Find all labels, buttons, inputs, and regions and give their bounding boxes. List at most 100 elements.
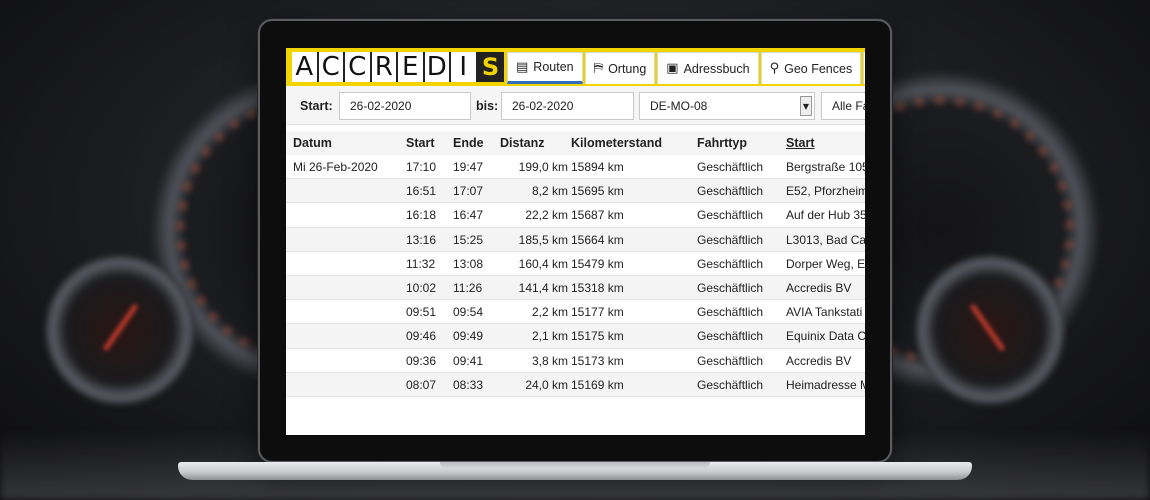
tab-notifications[interactable]: 🔔: [863, 52, 865, 84]
cell-distanz: 3,8 km: [531, 353, 568, 368]
start-date-input[interactable]: 26-02-2020: [339, 92, 471, 120]
cell-start: 09:51: [406, 305, 437, 320]
cell-start-address: E52, Pforzheim: [786, 184, 865, 199]
cell-fahrttyp: Geschäftlich: [697, 232, 764, 247]
cell-fahrttyp: Geschäftlich: [697, 329, 764, 344]
main-tabs: ▤ Routen ⛿ Ortung ▣ Adressbuch ⚲ Geo Fences 🔔: [507, 52, 865, 86]
cell-start-address: Equinix Data C: [786, 329, 865, 344]
column-header-ende[interactable]: Ende: [453, 136, 484, 150]
column-header-kilometerstand[interactable]: Kilometerstand: [571, 136, 662, 150]
cell-start: 13:16: [406, 232, 437, 247]
cell-start: 10:02: [406, 280, 437, 295]
table-row[interactable]: Mi 26-Feb-2020 17:10 19:47 199,0 km 15894 km…: [286, 155, 865, 180]
tab-routen[interactable]: ▤ Routen: [507, 52, 583, 84]
cell-start: 17:10: [406, 160, 437, 174]
vehicle-select-value: DE-MO-08: [650, 99, 708, 113]
cell-fahrttyp: Geschäftlich: [697, 353, 764, 368]
logo-letter: C: [318, 52, 345, 82]
column-header-distanz[interactable]: Distanz: [500, 136, 568, 150]
cell-start-address: L3013, Bad Ca: [786, 232, 865, 247]
cell-distanz: 2,2 km: [531, 305, 568, 320]
table-row[interactable]: 13:16 15:25 185,5 km 15664 km Geschäftlich L3…: [286, 227, 865, 252]
cell-kilometerstand: 15479 km: [571, 256, 624, 271]
cell-distanz: 22,2 km: [525, 208, 568, 223]
table-row[interactable]: 09:46 09:49 2,1 km 15175 km Geschäftlich Equi…: [286, 324, 865, 349]
chevron-down-icon[interactable]: ▼: [800, 96, 812, 116]
column-header-fahrttyp[interactable]: Fahrttyp: [697, 136, 747, 150]
cell-start: 08:07: [406, 377, 437, 392]
laptop-notch: [440, 462, 710, 469]
cell-distanz: 185,5 km: [518, 232, 568, 247]
tab-label: Geo Fences: [784, 61, 853, 76]
table-row[interactable]: 09:36 09:41 3,8 km 15173 km Geschäftlich Accr…: [286, 349, 865, 373]
cell-ende: 13:08: [453, 256, 484, 271]
table-row[interactable]: 10:02 11:26 141,4 km 15318 km Geschäftlich Ac…: [286, 275, 865, 301]
cell-start-address: Bergstraße 105: [786, 160, 865, 174]
cell-kilometerstand: 15318 km: [571, 280, 624, 295]
cell-start-address: Heimadresse M: [786, 377, 865, 392]
cell-start: 16:18: [406, 208, 437, 223]
column-header-start-address[interactable]: Start: [786, 136, 814, 150]
location-pin-icon: ⚲: [769, 61, 780, 76]
cell-start-address: Auf der Hub 35: [786, 208, 865, 223]
cell-fahrttyp: Geschäftlich: [697, 160, 764, 174]
accredis-logo[interactable]: ACCREDIS: [292, 52, 504, 82]
logo-letter: D: [424, 52, 451, 82]
cell-kilometerstand: 15169 km: [571, 377, 624, 392]
vehicle-select[interactable]: DE-MO-08 ▼: [639, 92, 815, 120]
cell-ende: 17:07: [453, 184, 484, 199]
table-row[interactable]: 08:07 08:33 24,0 km 15169 km Geschäftlich Hei…: [286, 372, 865, 397]
logo-letter: I: [451, 52, 478, 82]
tab-adressbuch[interactable]: ▣ Adressbuch: [657, 52, 759, 84]
cell-fahrttyp: Geschäftlich: [697, 305, 764, 320]
cell-fahrttyp: Geschäftlich: [697, 184, 764, 199]
cell-fahrttyp: Geschäftlich: [697, 256, 764, 271]
address-book-icon: ▣: [666, 61, 679, 76]
tab-label: Ortung: [608, 61, 647, 76]
end-date-label: bis:: [476, 99, 499, 113]
column-header-datum[interactable]: Datum: [293, 136, 332, 150]
tab-label: Routen: [533, 60, 574, 74]
trip-type-select[interactable]: Alle Fa: [821, 92, 865, 120]
tab-label: Adressbuch: [683, 61, 750, 76]
logo-mark: S: [477, 52, 504, 82]
cell-fahrttyp: Geschäftlich: [697, 208, 764, 223]
cell-ende: 09:54: [453, 305, 484, 320]
table-body: Mi 26-Feb-2020 17:10 19:47 199,0 km 15894 km…: [286, 155, 865, 397]
cell-start: 11:32: [406, 256, 436, 271]
cell-distanz: 141,4 km: [518, 280, 568, 295]
cell-distanz: 24,0 km: [525, 377, 568, 392]
cell-kilometerstand: 15177 km: [571, 305, 624, 320]
column-header-start[interactable]: Start: [406, 136, 434, 150]
table-row[interactable]: 11:32 13:08 160,4 km 15479 km Geschäftlich Do…: [286, 252, 865, 276]
cell-start: 16:51: [406, 184, 437, 199]
cell-start-address: AVIA Tankstati: [786, 305, 863, 320]
top-bar: ACCREDIS ▤ Routen ⛿ Ortung ▣ Adressbuch ⚲ Geo F…: [286, 48, 865, 86]
cell-ende: 19:47: [453, 160, 484, 174]
cell-start: 09:36: [406, 353, 437, 368]
cell-ende: 11:26: [453, 280, 483, 295]
cell-kilometerstand: 15173 km: [571, 353, 624, 368]
cell-fahrttyp: Geschäftlich: [697, 377, 764, 392]
table-row[interactable]: 09:51 09:54 2,2 km 15177 km Geschäftlich AVIA…: [286, 300, 865, 325]
cell-kilometerstand: 15687 km: [571, 208, 624, 223]
cell-kilometerstand: 15894 km: [571, 160, 624, 174]
table-header: Datum Start Ende Distanz Kilometerstand …: [286, 131, 865, 155]
cell-distanz: 2,1 km: [531, 329, 568, 344]
cell-ende: 15:25: [453, 232, 484, 247]
cell-start-address: Dorper Weg, E: [786, 256, 865, 271]
cell-ende: 09:49: [453, 329, 484, 344]
end-date-input[interactable]: 26-02-2020: [501, 92, 634, 120]
tab-geo-fences[interactable]: ⚲ Geo Fences: [760, 52, 862, 84]
app-window: ACCREDIS ▤ Routen ⛿ Ortung ▣ Adressbuch ⚲ Geo F…: [286, 48, 865, 435]
cell-distanz: 160,4 km: [518, 256, 568, 271]
table-row[interactable]: 16:18 16:47 22,2 km 15687 km Geschäftlich Auf…: [286, 203, 865, 228]
cell-start-address: Accredis BV: [786, 353, 852, 368]
tab-ortung[interactable]: ⛿ Ortung: [584, 52, 656, 84]
logo-letter: C: [345, 52, 372, 82]
cell-distanz: 199,0 km: [518, 160, 568, 174]
table-row[interactable]: 16:51 17:07 8,2 km 15695 km Geschäftlich E52,…: [286, 179, 865, 204]
logo-letter: A: [292, 52, 319, 82]
map-icon: ⛿: [593, 61, 604, 76]
cell-ende: 08:33: [453, 377, 484, 392]
